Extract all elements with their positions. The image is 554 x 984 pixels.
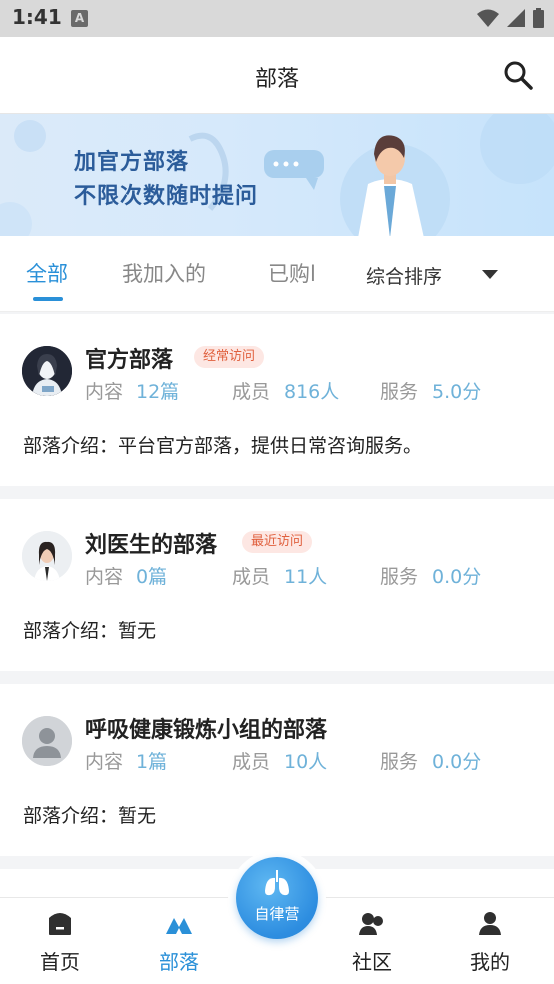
status-icons (477, 8, 544, 28)
members-label: 成员 (232, 566, 271, 588)
content-label: 内容 (85, 381, 124, 403)
members-count: 816人 (284, 381, 340, 403)
tribe-intro: 部落介绍：暂无 (23, 801, 156, 828)
search-icon (504, 61, 533, 90)
avatar-robot-doctor-icon (22, 346, 72, 396)
service-label: 服务 (380, 751, 419, 773)
battery-icon (533, 8, 544, 28)
intro-label: 部落介绍： (23, 435, 119, 457)
tab-all[interactable]: 全部 (26, 258, 68, 288)
intro-text: 暂无 (118, 805, 157, 827)
tribe-name: 官方部落 (85, 348, 174, 373)
content-count: 12篇 (136, 381, 180, 403)
status-badge: 最近访问 (242, 531, 313, 553)
promo-banner[interactable]: 加官方部落 不限次数随时提问 (0, 114, 554, 236)
sort-dropdown[interactable]: 综合排序 (366, 262, 442, 289)
nav-community[interactable]: 社区 (322, 898, 422, 984)
content-count: 1篇 (136, 751, 168, 773)
self-discipline-camp-button[interactable]: 自律营 (236, 857, 318, 939)
signal-icon (507, 9, 525, 27)
avatar (22, 716, 72, 766)
service-score: 5.0分 (432, 381, 482, 403)
intro-label: 部落介绍： (23, 805, 119, 827)
tribe-card-dr-liu[interactable]: 刘医生的部落 最近访问 内容 0篇 成员 11人 服务 0.0分 部落介绍：暂无 (0, 499, 554, 671)
nav-tribe[interactable]: 部落 (129, 898, 229, 984)
content-label: 内容 (85, 751, 124, 773)
tab-purchased[interactable]: 已购l (268, 258, 316, 288)
header: 部落 (0, 37, 554, 114)
members-label: 成员 (232, 381, 271, 403)
tab-bar: 全部 我加入的 已购l 综合排序 (0, 236, 554, 312)
notification-icon: A (71, 10, 88, 27)
avatar (22, 346, 72, 396)
banner-subtitle: 不限次数随时提问 (74, 184, 259, 209)
lungs-icon (265, 870, 289, 896)
nav-community-label: 社区 (352, 950, 392, 974)
tribe-intro: 部落介绍：暂无 (23, 616, 156, 643)
members-label: 成员 (232, 751, 271, 773)
nav-home-label: 首页 (40, 950, 80, 974)
intro-text: 暂无 (118, 620, 157, 642)
avatar-doctor-photo-icon (22, 531, 72, 581)
page-title: 部落 (254, 67, 299, 92)
members-count: 11人 (284, 566, 328, 588)
service-score: 0.0分 (432, 566, 482, 588)
wifi-icon (477, 9, 499, 27)
nav-tribe-label: 部落 (159, 950, 199, 974)
status-badge: 经常访问 (194, 346, 265, 368)
tribe-card-breathing-group[interactable]: 呼吸健康锻炼小组的部落 内容 1篇 成员 10人 服务 0.0分 部落介绍：暂无 (0, 684, 554, 856)
nav-mine-label: 我的 (470, 950, 510, 974)
tribe-intro: 部落介绍：平台官方部落，提供日常咨询服务。 (23, 431, 422, 458)
search-button[interactable] (502, 59, 534, 91)
intro-label: 部落介绍： (23, 620, 119, 642)
tribe-icon (166, 918, 192, 934)
community-icon (359, 913, 383, 935)
tab-active-indicator (33, 297, 63, 301)
status-bar: 1:41 A (0, 0, 554, 37)
status-time: 1:41 (12, 5, 62, 29)
content-label: 内容 (85, 566, 124, 588)
banner-title: 加官方部落 (74, 150, 190, 175)
profile-icon (479, 912, 501, 935)
service-label: 服务 (380, 566, 419, 588)
service-label: 服务 (380, 381, 419, 403)
doctor-illustration (358, 135, 424, 236)
service-score: 0.0分 (432, 751, 482, 773)
dropdown-arrow-icon[interactable] (482, 270, 498, 279)
default-user-icon (22, 716, 72, 766)
tribe-name: 呼吸健康锻炼小组的部落 (85, 718, 328, 743)
tribe-card-official[interactable]: 官方部落 经常访问 内容 12篇 成员 816人 服务 5.0分 部落介绍：平台… (0, 314, 554, 486)
center-button-label: 自律营 (254, 905, 300, 923)
intro-text: 平台官方部落，提供日常咨询服务。 (118, 435, 423, 457)
tribe-name: 刘医生的部落 (85, 533, 218, 558)
tab-joined[interactable]: 我加入的 (122, 258, 206, 288)
content-count: 0篇 (136, 566, 168, 588)
nav-mine[interactable]: 我的 (440, 898, 540, 984)
avatar (22, 531, 72, 581)
members-count: 10人 (284, 751, 328, 773)
home-icon (49, 913, 71, 935)
nav-home[interactable]: 首页 (10, 898, 110, 984)
